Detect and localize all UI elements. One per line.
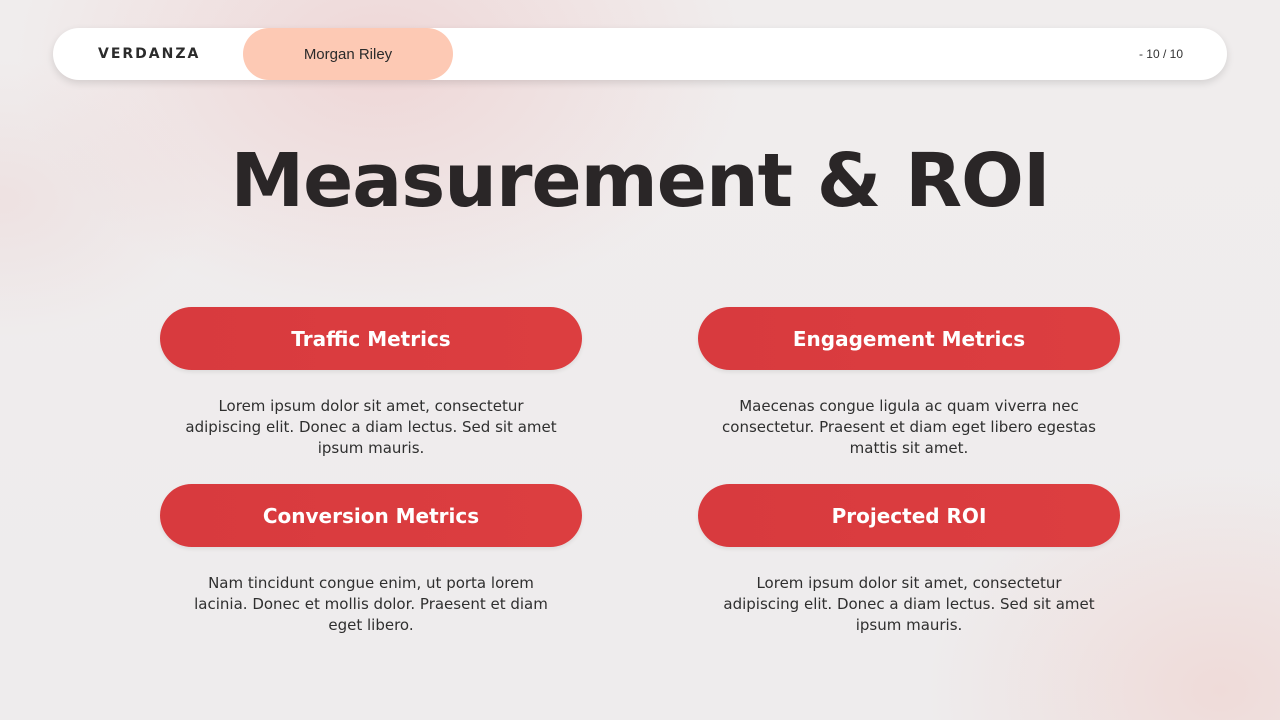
section-description: Lorem ipsum dolor sit amet, consectetur … [185, 397, 557, 457]
brand-name: VERDANZA [98, 46, 201, 62]
section-description: Nam tincidunt congue enim, ut porta lore… [194, 574, 548, 634]
slide-title: Measurement & ROI [230, 138, 1050, 224]
section-heading-pill: Traffic Metrics [160, 307, 582, 370]
section-heading-pill: Projected ROI [698, 484, 1120, 547]
section-description: Maecenas congue ligula ac quam viverra n… [722, 397, 1096, 457]
presenter-name-pill: Morgan Riley [243, 28, 453, 80]
section-engagement-metrics: Engagement Metrics Maecenas congue ligul… [698, 307, 1120, 459]
page-indicator: - 10 / 10 [1138, 47, 1183, 61]
section-traffic-metrics: Traffic Metrics Lorem ipsum dolor sit am… [160, 307, 582, 459]
section-heading-pill: Conversion Metrics [160, 484, 582, 547]
section-heading-pill: Engagement Metrics [698, 307, 1120, 370]
section-projected-roi: Projected ROI Lorem ipsum dolor sit amet… [698, 484, 1120, 636]
section-description: Lorem ipsum dolor sit amet, consectetur … [723, 574, 1095, 634]
section-conversion-metrics: Conversion Metrics Nam tincidunt congue … [160, 484, 582, 636]
header-bar: VERDANZA Morgan Riley - 10 / 10 [53, 28, 1227, 80]
